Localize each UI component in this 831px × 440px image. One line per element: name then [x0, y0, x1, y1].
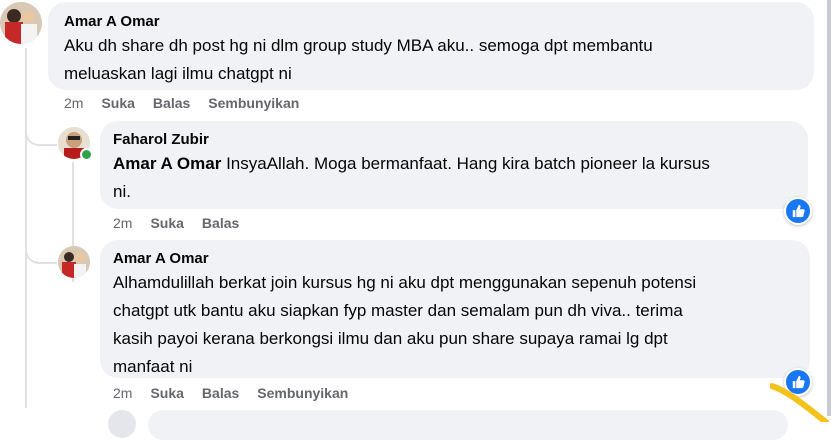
thread-connector — [25, 110, 57, 146]
cursor-arrow-icon — [770, 383, 829, 422]
comment-time[interactable]: 2m — [113, 384, 132, 402]
like-button[interactable]: Suka — [150, 384, 183, 402]
comment-author[interactable]: Amar A Omar — [64, 12, 798, 32]
profile-photo-icon — [58, 246, 90, 278]
reply-bubble — [148, 410, 788, 440]
comment-author[interactable]: Faharol Zubir — [113, 130, 795, 150]
comment-text-line: kasih payoi kerana berkongsi ilmu dan ak… — [113, 329, 668, 348]
avatar[interactable] — [108, 410, 136, 438]
comment-text-line: ni. — [113, 182, 131, 201]
comment-text-span: InsyaAllah. Moga bermanfaat. Hang kira b… — [226, 154, 710, 173]
profile-photo-icon — [0, 2, 42, 44]
like-button[interactable]: Suka — [150, 214, 183, 232]
hide-button[interactable]: Sembunyikan — [257, 384, 348, 402]
comment-text-line: meluaskan lagi ilmu chatgpt ni — [64, 64, 292, 83]
comment-text-line: manfaat ni — [113, 357, 193, 376]
reply-bubble: Amar A Omar Alhamdulillah berkat join ku… — [100, 240, 810, 378]
avatar[interactable] — [58, 246, 90, 278]
scrollbar[interactable] — [827, 0, 831, 416]
like-button[interactable]: Suka — [101, 94, 134, 112]
comment-text-line: chatgpt utk bantu aku siapkan fyp master… — [113, 301, 683, 320]
reply-button[interactable]: Balas — [202, 384, 239, 402]
comment-text-line: Amar A Omar InsyaAllah. Moga bermanfaat.… — [113, 150, 795, 178]
comment-text: Alhamdulillah berkat join kursus hg ni a… — [113, 269, 797, 381]
mention-link[interactable]: Amar A Omar — [113, 154, 221, 173]
thumbs-up-icon[interactable] — [784, 197, 812, 225]
online-status-icon — [80, 148, 93, 161]
avatar[interactable] — [0, 2, 42, 44]
comment-actions: 2m Suka Balas — [113, 214, 239, 232]
comment-bubble: Amar A Omar Aku dh share dh post hg ni d… — [48, 2, 814, 90]
comment-time[interactable]: 2m — [113, 214, 132, 232]
comment-actions: 2m Suka Balas Sembunyikan — [113, 384, 348, 402]
reply-button[interactable]: Balas — [153, 94, 190, 112]
thread-connector — [25, 228, 57, 264]
comment-text-line: Alhamdulillah berkat join kursus hg ni a… — [113, 273, 697, 292]
comment-actions: 2m Suka Balas Sembunyikan — [64, 94, 299, 112]
comment-time[interactable]: 2m — [64, 94, 83, 112]
reply-bubble: Faharol Zubir Amar A Omar InsyaAllah. Mo… — [100, 121, 808, 209]
comment-text: Aku dh share dh post hg ni dlm group stu… — [64, 32, 798, 88]
reply-button[interactable]: Balas — [202, 214, 239, 232]
comment-text-line: Aku dh share dh post hg ni dlm group stu… — [64, 36, 653, 55]
comment-author[interactable]: Amar A Omar — [113, 249, 797, 269]
hide-button[interactable]: Sembunyikan — [208, 94, 299, 112]
comment-text: Amar A Omar InsyaAllah. Moga bermanfaat.… — [113, 150, 795, 206]
